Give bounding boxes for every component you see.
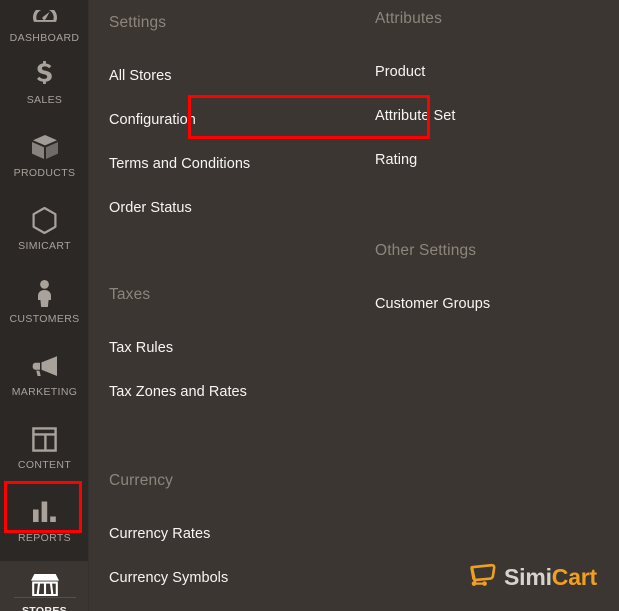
storefront-icon xyxy=(30,572,60,598)
menu-link-currency-rates[interactable]: Currency Rates xyxy=(109,526,210,542)
sidebar-item-simicart[interactable]: SIMICART xyxy=(0,196,88,269)
menu-list-item: Terms and Conditions xyxy=(109,142,250,186)
menu-list-item: All Stores xyxy=(109,54,250,98)
person-icon xyxy=(30,279,60,307)
sidebar-item-customers[interactable]: CUSTOMERS xyxy=(0,269,88,342)
menu-list-item: Customer Groups xyxy=(375,282,490,326)
sidebar-item-stores[interactable]: STORES xyxy=(0,561,88,611)
logo-text-cart: Cart xyxy=(551,564,597,590)
admin-sidebar: DASHBOARD SALES PRODUCTS SIMICART CUSTOMERS M… xyxy=(0,0,89,611)
menu-link-tax-rules[interactable]: Tax Rules xyxy=(109,340,173,356)
menu-link-list: Currency Rates Currency Symbols xyxy=(109,512,228,600)
menu-group: Other Settings Customer Groups xyxy=(375,242,490,326)
menu-link-attribute-set[interactable]: Attribute Set xyxy=(375,108,455,124)
menu-group-title: Settings xyxy=(109,14,167,31)
dollar-icon xyxy=(30,61,60,87)
sidebar-item-label: STORES xyxy=(21,605,68,611)
bar-chart-icon xyxy=(30,499,60,525)
stores-menu-screen: DASHBOARD SALES PRODUCTS SIMICART CUSTOMERS M… xyxy=(0,0,619,611)
stores-menu-panel: Settings All Stores Configuration Terms and… xyxy=(89,0,619,611)
menu-list-item: Currency Symbols xyxy=(109,556,228,600)
menu-list-item: Attribute Set xyxy=(375,94,455,138)
menu-link-configuration[interactable]: Configuration xyxy=(109,112,196,128)
menu-link-list: Tax Rules Tax Zones and Rates xyxy=(109,326,247,414)
menu-group-title: Taxes xyxy=(109,286,151,303)
layout-icon xyxy=(30,426,60,452)
menu-list-item: Tax Rules xyxy=(109,326,247,370)
sidebar-item-label: CONTENT xyxy=(17,459,72,471)
sidebar-item-label: MARKETING xyxy=(11,386,78,398)
menu-group: Attributes Product Attribute Set Rating xyxy=(375,10,455,182)
sidebar-divider xyxy=(14,597,76,598)
menu-link-all-stores[interactable]: All Stores xyxy=(109,68,172,84)
menu-list-item: Configuration xyxy=(109,98,250,142)
menu-list-item: Rating xyxy=(375,138,455,182)
sidebar-item-marketing[interactable]: MARKETING xyxy=(0,342,88,415)
menu-link-rating[interactable]: Rating xyxy=(375,152,417,168)
logo-text-simi: Simi xyxy=(504,564,552,590)
menu-link-product[interactable]: Product xyxy=(375,64,425,80)
sidebar-item-content[interactable]: CONTENT xyxy=(0,415,88,488)
menu-list-item: Tax Zones and Rates xyxy=(109,370,247,414)
shopping-cart-icon xyxy=(468,562,498,593)
menu-group-title: Other Settings xyxy=(375,242,477,259)
menu-link-order-status[interactable]: Order Status xyxy=(109,200,192,216)
sidebar-item-label: CUSTOMERS xyxy=(9,313,80,325)
sidebar-item-dashboard[interactable]: DASHBOARD xyxy=(0,0,88,50)
sidebar-item-label: SALES xyxy=(26,94,63,106)
sidebar-nav-list: DASHBOARD SALES PRODUCTS SIMICART CUSTOMERS M… xyxy=(0,0,88,611)
menu-link-currency-symbols[interactable]: Currency Symbols xyxy=(109,570,228,586)
menu-list-item: Order Status xyxy=(109,186,250,230)
menu-group: Currency Currency Rates Currency Symbols xyxy=(109,472,228,600)
menu-link-tax-zones-and-rates[interactable]: Tax Zones and Rates xyxy=(109,384,247,400)
sidebar-item-sales[interactable]: SALES xyxy=(0,50,88,123)
menu-list-item: Product xyxy=(375,50,455,94)
menu-link-list: Customer Groups xyxy=(375,282,490,326)
menu-group: Taxes Tax Rules Tax Zones and Rates xyxy=(109,286,247,414)
menu-link-customer-groups[interactable]: Customer Groups xyxy=(375,296,490,312)
menu-link-terms-and-conditions[interactable]: Terms and Conditions xyxy=(109,156,250,172)
sidebar-item-label: SIMICART xyxy=(18,240,71,252)
menu-list-item: Currency Rates xyxy=(109,512,228,556)
sidebar-item-label: DASHBOARD xyxy=(9,32,80,44)
sidebar-item-label: REPORTS xyxy=(17,532,72,544)
menu-link-list: Product Attribute Set Rating xyxy=(375,50,455,182)
sidebar-item-products[interactable]: PRODUCTS xyxy=(0,123,88,196)
box-icon xyxy=(30,134,60,160)
menu-group-title: Attributes xyxy=(375,10,442,27)
simicart-logo: SimiCart xyxy=(468,562,597,593)
hexagon-icon xyxy=(30,206,60,234)
sidebar-item-reports[interactable]: REPORTS xyxy=(0,488,88,561)
menu-group: Settings All Stores Configuration Terms and… xyxy=(109,14,250,230)
sidebar-item-label: PRODUCTS xyxy=(13,167,76,179)
gauge-icon xyxy=(30,10,60,26)
menu-group-title: Currency xyxy=(109,472,174,489)
megaphone-icon xyxy=(30,353,60,379)
menu-link-list: All Stores Configuration Terms and Conditi… xyxy=(109,54,250,230)
